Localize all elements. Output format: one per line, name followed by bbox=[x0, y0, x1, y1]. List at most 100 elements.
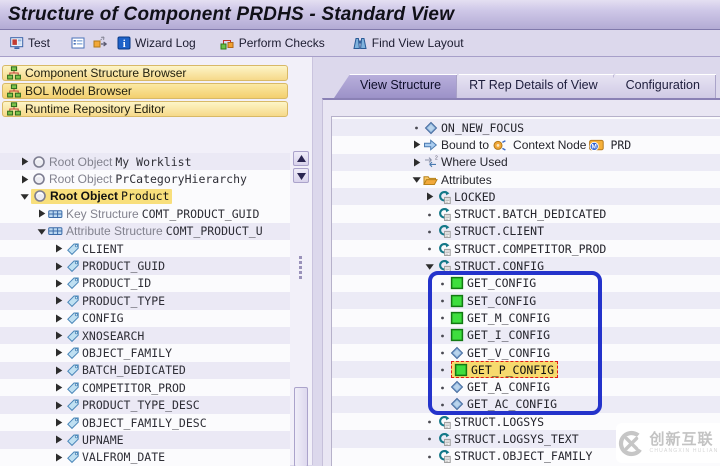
expander-icon[interactable] bbox=[410, 156, 423, 169]
info-icon: i bbox=[116, 36, 131, 51]
tree-item-prcategoryhierarchy[interactable]: Root Object PrCategoryHierarchy bbox=[0, 170, 290, 188]
tag-icon bbox=[65, 380, 80, 395]
tree-item-get-config[interactable]: GET_CONFIG bbox=[332, 274, 720, 292]
tree-item-where-used[interactable]: 2 Where Used bbox=[332, 153, 720, 171]
event-diamond-icon bbox=[449, 397, 464, 412]
leaf-bullet-icon bbox=[423, 415, 436, 428]
tree-item-config[interactable]: CONFIG bbox=[0, 309, 290, 327]
tree-item-get-v-config[interactable]: GET_V_CONFIG bbox=[332, 343, 720, 362]
expander-icon[interactable] bbox=[52, 294, 65, 307]
test-button[interactable]: Test bbox=[6, 34, 53, 53]
collapse-icon[interactable] bbox=[35, 225, 48, 238]
tree-item-get-a-config[interactable]: GET_A_CONFIG bbox=[332, 378, 720, 396]
expander-icon[interactable] bbox=[52, 329, 65, 342]
transfer-button[interactable] bbox=[90, 34, 111, 53]
attr-access-icon bbox=[436, 449, 451, 464]
tree-item-struct-client[interactable]: STRUCT.CLIENT bbox=[332, 222, 720, 241]
tree-item-get-ac-config[interactable]: GET_AC_CONFIG bbox=[332, 395, 720, 414]
scrollbar-thumb[interactable] bbox=[294, 387, 308, 466]
tab-label: RT Rep Details of View bbox=[469, 78, 598, 92]
tree-item-client[interactable]: CLIENT bbox=[0, 239, 290, 258]
collapse-icon[interactable] bbox=[18, 190, 31, 203]
expander-icon[interactable] bbox=[410, 138, 423, 151]
tree-item-object-family-desc[interactable]: OBJECT_FAMILY_DESC bbox=[0, 413, 290, 432]
tree-item-competitor-prod[interactable]: COMPETITOR_PROD bbox=[0, 379, 290, 397]
expander-icon[interactable] bbox=[52, 416, 65, 429]
tree-item-comt-product-guid[interactable]: Key Structure COMT_PRODUCT_GUID bbox=[0, 205, 290, 223]
expander-icon[interactable] bbox=[18, 155, 31, 168]
section-component-structure-browser[interactable]: Component Structure Browser bbox=[2, 65, 288, 81]
tree-item-struct-config[interactable]: STRUCT.CONFIG bbox=[332, 257, 720, 275]
tree-item-my-worklist[interactable]: Root Object My Worklist bbox=[0, 153, 290, 171]
expander-icon[interactable] bbox=[52, 260, 65, 273]
expander-icon[interactable] bbox=[52, 381, 65, 394]
expander-icon[interactable] bbox=[52, 364, 65, 377]
expander-icon[interactable] bbox=[18, 173, 31, 186]
tab-rt-rep-details-of-view[interactable]: RT Rep Details of View bbox=[443, 74, 614, 98]
wizard-log-button[interactable]: i Wizard Log bbox=[113, 34, 199, 53]
tree-item-batch-dedicated[interactable]: BATCH_DEDICATED bbox=[0, 361, 290, 380]
tree-item-product-guid[interactable]: PRODUCT_GUID bbox=[0, 257, 290, 275]
method-implemented-icon bbox=[449, 310, 464, 325]
tag-icon bbox=[65, 293, 80, 308]
tree-item-product-id[interactable]: PRODUCT_ID bbox=[0, 274, 290, 293]
panel-splitter[interactable] bbox=[312, 57, 320, 465]
tree-item-get-m-config[interactable]: GET_M_CONFIG bbox=[332, 309, 720, 327]
section-runtime-repository-editor[interactable]: Runtime Repository Editor bbox=[2, 101, 288, 117]
tree-item-get-i-config[interactable]: GET_I_CONFIG bbox=[332, 326, 720, 344]
section-bol-model-browser[interactable]: BOL Model Browser bbox=[2, 83, 288, 99]
tree-item-bound-to-context-node-prd[interactable]: Bound to Context Node M PRD bbox=[332, 136, 720, 154]
tree-item-struct-competitor-prod[interactable]: STRUCT.COMPETITOR_PROD bbox=[332, 240, 720, 258]
selected-method-highlight: GET_P_CONFIG bbox=[451, 361, 559, 379]
tree-item-object-family[interactable]: OBJECT_FAMILY bbox=[0, 344, 290, 362]
expander-icon[interactable] bbox=[52, 451, 65, 464]
folder-open-icon bbox=[423, 172, 438, 187]
toolbar-button-label: Test bbox=[28, 36, 51, 50]
list-display-button[interactable] bbox=[67, 34, 88, 53]
expander-icon[interactable] bbox=[52, 346, 65, 359]
scroll-down-button[interactable] bbox=[293, 168, 309, 183]
leaf-bullet-icon bbox=[423, 242, 436, 255]
splitter-grip[interactable] bbox=[299, 256, 302, 281]
tree-item-attributes[interactable]: Attributes bbox=[332, 170, 720, 189]
attr-access-icon bbox=[436, 414, 451, 429]
attr-access-icon bbox=[436, 189, 451, 204]
where-used-icon: 2 bbox=[423, 155, 438, 170]
tree-item-on-new-focus[interactable]: ON_NEW_FOCUS bbox=[332, 119, 720, 137]
watermark-subtext: CHUANGXIN HULIAN bbox=[649, 448, 719, 454]
expander-icon[interactable] bbox=[423, 190, 436, 203]
tree-item-locked[interactable]: LOCKED bbox=[332, 188, 720, 206]
tree-item-valfrom-date[interactable]: VALFROM_DATE bbox=[0, 448, 290, 466]
tree-item-comt-product-u[interactable]: Attribute Structure COMT_PRODUCT_U bbox=[0, 222, 290, 240]
tree-item-product[interactable]: Root Object Product bbox=[0, 187, 290, 206]
app-toolbar: Test i Wizard Log Perform Checks Find View L… bbox=[0, 30, 720, 57]
expander-icon[interactable] bbox=[52, 242, 65, 255]
leaf-bullet-icon bbox=[423, 450, 436, 463]
watermark-brand: 创新互联 bbox=[649, 431, 714, 448]
expander-icon[interactable] bbox=[52, 277, 65, 290]
tree-item-struct-batch-dedicated[interactable]: STRUCT.BATCH_DEDICATED bbox=[332, 205, 720, 223]
expander-icon[interactable] bbox=[35, 207, 48, 220]
expander-icon[interactable] bbox=[52, 433, 65, 446]
perform-checks-button[interactable]: Perform Checks bbox=[217, 34, 328, 53]
tree-item-upname[interactable]: UPNAME bbox=[0, 431, 290, 449]
expander-icon[interactable] bbox=[52, 399, 65, 412]
tab-view-structure[interactable]: View Structure bbox=[334, 74, 458, 98]
collapse-icon[interactable] bbox=[423, 260, 436, 273]
find-view-layout-button[interactable]: Find View Layout bbox=[350, 34, 467, 53]
binoculars-icon bbox=[353, 36, 368, 51]
expander-icon[interactable] bbox=[52, 312, 65, 325]
tree-item-product-type-desc[interactable]: PRODUCT_TYPE_DESC bbox=[0, 396, 290, 414]
window-titlebar: Structure of Component PRDHS - Standard … bbox=[0, 0, 720, 30]
scroll-up-button[interactable] bbox=[293, 151, 309, 166]
tree-item-product-type[interactable]: PRODUCT_TYPE bbox=[0, 292, 290, 310]
view-structure-panel: ON_NEW_FOCUS Bound to Context Node M PRD 2 Whe… bbox=[331, 116, 720, 466]
leaf-bullet-icon bbox=[436, 381, 449, 394]
tree-item-set-config[interactable]: SET_CONFIG bbox=[332, 291, 720, 310]
tab-configuration[interactable]: Configuration bbox=[599, 74, 716, 98]
section-label: BOL Model Browser bbox=[25, 84, 132, 98]
svg-text:2: 2 bbox=[435, 156, 438, 162]
tree-item-xnosearch[interactable]: XNOSEARCH bbox=[0, 326, 290, 345]
collapse-icon[interactable] bbox=[410, 173, 423, 186]
tree-item-get-p-config[interactable]: GET_P_CONFIG bbox=[332, 361, 720, 379]
